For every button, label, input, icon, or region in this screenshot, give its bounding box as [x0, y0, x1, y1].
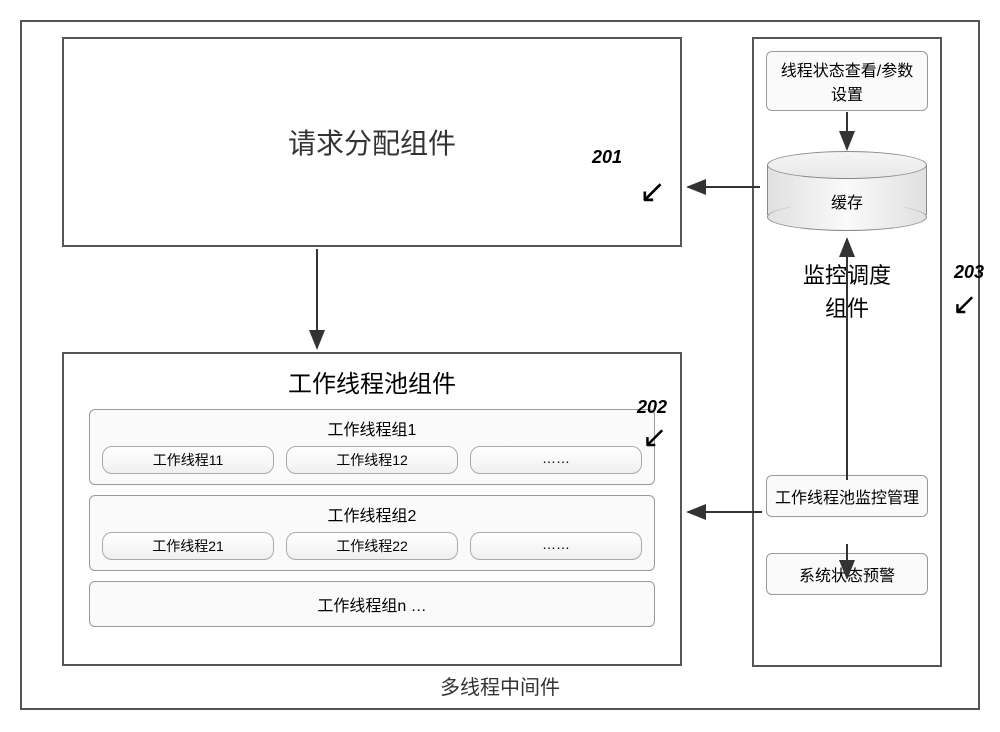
- worker-thread-21: 工作线程21: [102, 532, 274, 560]
- label-203-lead: ↙: [952, 287, 977, 322]
- worker-thread-2-more: ……: [470, 532, 642, 560]
- worker-thread-22: 工作线程22: [286, 532, 458, 560]
- label-201-lead: ↙: [639, 172, 666, 210]
- label-202: 202: [637, 397, 667, 418]
- worker-pool-title: 工作线程池组件: [89, 364, 655, 399]
- worker-group-1: 工作线程组1 工作线程11 工作线程12 ……: [89, 409, 655, 485]
- label-201: 201: [592, 147, 622, 168]
- worker-group-1-title: 工作线程组1: [102, 416, 642, 440]
- thread-status-view-label: 线程状态查看/参数设置: [775, 57, 919, 105]
- worker-group-2: 工作线程组2 工作线程21 工作线程22 ……: [89, 495, 655, 571]
- worker-thread-1-more: ……: [470, 446, 642, 474]
- system-alert-box: 系统状态预警: [766, 553, 928, 595]
- system-alert-label: 系统状态预警: [799, 568, 895, 585]
- thread-status-view-box: 线程状态查看/参数设置: [766, 51, 928, 111]
- worker-group-n: 工作线程组n …: [89, 581, 655, 627]
- cache-cylinder: 缓存: [767, 151, 927, 231]
- label-202-lead: ↙: [642, 420, 667, 455]
- worker-thread-pool-component: 工作线程池组件 工作线程组1 工作线程11 工作线程12 …… 工作线程组2 工…: [62, 352, 682, 666]
- worker-thread-11: 工作线程11: [102, 446, 274, 474]
- middleware-container: 多线程中间件 请求分配组件 ↙ 201 工作线程池组件 工作线程组1 工作线程1…: [20, 20, 980, 710]
- worker-group-2-title: 工作线程组2: [102, 502, 642, 526]
- pool-monitor-box: 工作线程池监控管理: [766, 475, 928, 517]
- monitor-title: 监控调度 组件: [766, 259, 928, 325]
- monitor-schedule-component: 线程状态查看/参数设置 缓存 监控调度 组件 工作线程池监控管理 系统状态预警: [752, 37, 942, 667]
- monitor-title-l1: 监控调度: [803, 263, 891, 288]
- pool-monitor-label: 工作线程池监控管理: [775, 490, 919, 507]
- worker-thread-12: 工作线程12: [286, 446, 458, 474]
- cache-label: 缓存: [767, 189, 927, 213]
- label-203: 203: [954, 262, 984, 283]
- request-allocation-label: 请求分配组件: [288, 122, 456, 162]
- monitor-title-l2: 组件: [825, 296, 869, 321]
- request-allocation-component: 请求分配组件: [62, 37, 682, 247]
- middleware-label: 多线程中间件: [440, 671, 560, 700]
